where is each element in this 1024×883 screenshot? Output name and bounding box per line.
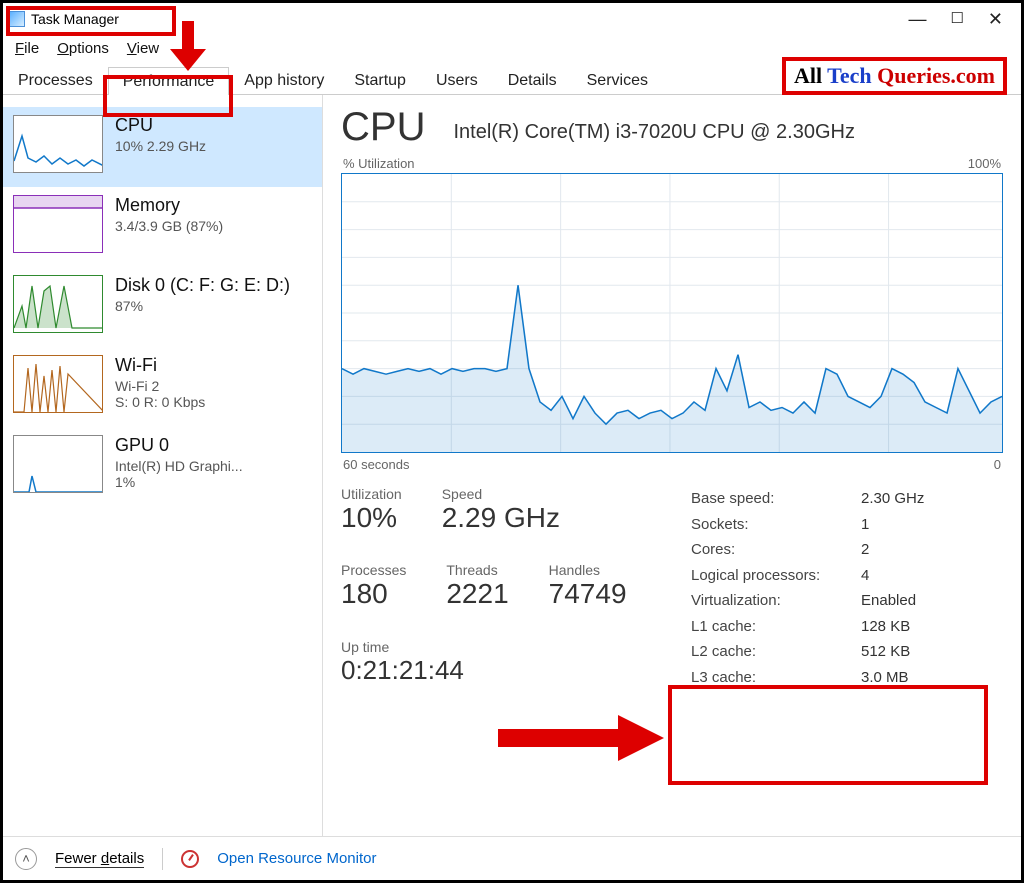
spec-row: L2 cache:512 KB [691, 639, 961, 665]
sidebar-item-sub: Intel(R) HD Graphi... [115, 458, 243, 474]
watermark: All Tech Queries.com [782, 57, 1007, 95]
maximize-button[interactable]: ☐ [950, 9, 963, 30]
tab-details[interactable]: Details [493, 66, 572, 94]
tab-app-history[interactable]: App history [229, 66, 339, 94]
cpu-thumb [13, 115, 103, 173]
sidebar-item-sub: Wi-Fi 2 [115, 378, 205, 394]
stat-utilization-label: Utilization [341, 486, 402, 502]
memory-thumb [13, 195, 103, 253]
stat-threads-label: Threads [446, 562, 508, 578]
tabs: Processes Performance App history Startu… [3, 61, 1021, 95]
stat-uptime-value: 0:21:21:44 [341, 655, 464, 686]
spec-row: L1 cache:128 KB [691, 614, 961, 640]
sidebar-item-label: CPU [115, 115, 206, 136]
sidebar-item-gpu[interactable]: GPU 0 Intel(R) HD Graphi... 1% [3, 427, 322, 507]
stat-processes-label: Processes [341, 562, 406, 578]
chart-y-max: 100% [968, 156, 1001, 171]
spec-row: Virtualization:Enabled [691, 588, 961, 614]
main-panel: CPU Intel(R) Core(TM) i3-7020U CPU @ 2.3… [323, 95, 1021, 840]
disk-thumb [13, 275, 103, 333]
page-title: CPU [341, 105, 425, 150]
stat-speed-label: Speed [442, 486, 560, 502]
minimize-button[interactable]: — [908, 9, 926, 30]
divider [162, 848, 163, 870]
sidebar: CPU 10% 2.29 GHz Memory 3.4/3.9 GB (87%)… [3, 95, 323, 840]
gpu-thumb [13, 435, 103, 493]
tab-startup[interactable]: Startup [339, 66, 421, 94]
sidebar-item-sub: 3.4/3.9 GB (87%) [115, 218, 223, 234]
resource-monitor-icon [181, 850, 199, 868]
spec-table: Base speed:2.30 GHz Sockets:1 Cores:2 Lo… [691, 486, 961, 690]
sidebar-item-sub2: 1% [115, 474, 243, 490]
menu-file[interactable]: File [15, 40, 39, 57]
spec-row: Logical processors:4 [691, 563, 961, 589]
sidebar-item-label: GPU 0 [115, 435, 243, 456]
sidebar-item-wifi[interactable]: Wi-Fi Wi-Fi 2 S: 0 R: 0 Kbps [3, 347, 322, 427]
tab-users[interactable]: Users [421, 66, 493, 94]
footer: ˄ Fewer details Open Resource Monitor [3, 836, 1021, 880]
cpu-model: Intel(R) Core(TM) i3-7020U CPU @ 2.30GHz [453, 121, 855, 144]
tab-services[interactable]: Services [572, 66, 663, 94]
close-button[interactable]: ✕ [988, 9, 1003, 30]
wifi-thumb [13, 355, 103, 413]
chart-x-right: 0 [994, 457, 1001, 472]
window-title: Task Manager [31, 11, 119, 27]
spec-row: Base speed:2.30 GHz [691, 486, 961, 512]
menu-view[interactable]: View [127, 40, 159, 57]
stat-handles-value: 74749 [549, 578, 627, 610]
stat-utilization-value: 10% [341, 502, 402, 534]
sidebar-item-sub2: S: 0 R: 0 Kbps [115, 394, 205, 410]
sidebar-item-sub: 87% [115, 298, 290, 314]
stat-handles-label: Handles [549, 562, 627, 578]
sidebar-item-label: Memory [115, 195, 223, 216]
spec-row: L3 cache:3.0 MB [691, 665, 961, 691]
stat-processes-value: 180 [341, 578, 406, 610]
chevron-up-icon[interactable]: ˄ [15, 848, 37, 870]
tab-processes[interactable]: Processes [3, 66, 108, 94]
tab-performance[interactable]: Performance [108, 67, 230, 95]
menu-options[interactable]: Options [57, 40, 109, 57]
sidebar-item-disk[interactable]: Disk 0 (C: F: G: E: D:) 87% [3, 267, 322, 347]
fewer-details-link[interactable]: Fewer details [55, 850, 144, 867]
app-icon [9, 11, 25, 27]
cpu-chart [341, 173, 1003, 453]
spec-row: Sockets:1 [691, 512, 961, 538]
stat-speed-value: 2.29 GHz [442, 502, 560, 534]
open-resource-monitor-link[interactable]: Open Resource Monitor [217, 850, 376, 867]
sidebar-item-label: Wi-Fi [115, 355, 205, 376]
sidebar-item-sub: 10% 2.29 GHz [115, 138, 206, 154]
spec-row: Cores:2 [691, 537, 961, 563]
titlebar: Task Manager — ☐ ✕ [3, 3, 1021, 35]
sidebar-item-label: Disk 0 (C: F: G: E: D:) [115, 275, 290, 296]
sidebar-item-memory[interactable]: Memory 3.4/3.9 GB (87%) [3, 187, 322, 267]
chart-x-left: 60 seconds [343, 457, 410, 472]
sidebar-item-cpu[interactable]: CPU 10% 2.29 GHz [3, 107, 322, 187]
stat-uptime-label: Up time [341, 639, 464, 655]
stat-threads-value: 2221 [446, 578, 508, 610]
chart-y-label: % Utilization [343, 156, 415, 171]
